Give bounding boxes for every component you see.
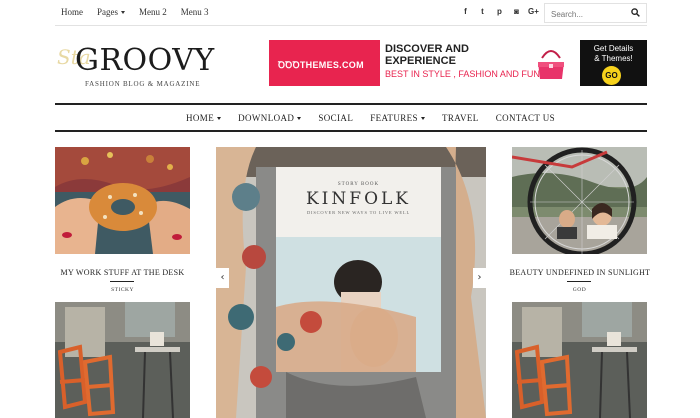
banner-cta-text: Get Details & Themes! — [580, 44, 647, 64]
main-nav: HOME DOWNLOAD SOCIAL FEATURES TRAVEL CON… — [55, 103, 647, 132]
top-bar: Home Pages Menu 2 Menu 3 f t p ◙ G+ — [55, 0, 647, 26]
banner-cta-line-1: Get Details — [593, 44, 634, 53]
banner-cta-line-2: & Themes! — [594, 54, 633, 63]
main-nav-contact[interactable]: CONTACT US — [496, 113, 555, 123]
top-nav-home-label: Home — [61, 7, 83, 17]
chevron-down-icon — [420, 117, 425, 121]
twitter-icon[interactable]: t — [474, 7, 491, 16]
banner-brand: ꝹꝹꝹTHEMES.COM — [278, 60, 364, 70]
magazine-title: KINFOLK — [305, 189, 411, 209]
instagram-icon[interactable]: ◙ — [508, 7, 525, 16]
top-nav-menu-3[interactable]: Menu 3 — [181, 7, 209, 17]
main-nav-travel[interactable]: TRAVEL — [442, 113, 479, 123]
banner-headline-1: DISCOVER AND — [385, 43, 469, 55]
top-nav-menu-2[interactable]: Menu 2 — [139, 7, 167, 17]
banner-subline: BEST IN STYLE , FASHION AND FUN — [385, 69, 540, 79]
chairs-photo — [512, 302, 647, 418]
magazine-kicker: STORY BOOK — [337, 182, 380, 187]
chevron-down-icon — [217, 117, 222, 121]
go-button[interactable]: GO — [602, 66, 621, 85]
chairs-photo — [55, 302, 190, 418]
post-title-right[interactable]: BEAUTY UNDEFINED IN SUNLIGHT — [505, 268, 655, 277]
main-nav-social[interactable]: SOCIAL — [318, 113, 353, 123]
bicycle-photo — [512, 147, 647, 254]
main-nav-items: HOME DOWNLOAD SOCIAL FEATURES TRAVEL CON… — [186, 113, 572, 123]
top-nav-home[interactable]: Home — [61, 7, 83, 17]
magazine-subtitle: DISCOVER NEW WAYS TO LIVE WELL — [306, 210, 411, 215]
chevron-down-icon — [297, 117, 302, 121]
site-logo[interactable]: Sta GROOVY FASHION BLOG & MAGAZINE — [55, 35, 215, 95]
post-meta-right[interactable]: GOD — [512, 287, 647, 293]
main-nav-contact-label: CONTACT US — [495, 113, 556, 123]
featured-slider[interactable]: STORY BOOK KINFOLK DISCOVER NEW WAYS TO … — [216, 147, 486, 418]
caption-divider — [567, 281, 591, 282]
facebook-icon[interactable]: f — [457, 7, 474, 16]
top-nav-menu-3-label: Menu 3 — [180, 7, 209, 17]
top-nav: Home Pages Menu 2 Menu 3 — [61, 7, 223, 17]
logo-tagline: FASHION BLOG & MAGAZINE — [85, 80, 201, 88]
slider-next-button[interactable]: › — [473, 268, 486, 288]
post-image-bicycle[interactable] — [512, 147, 647, 254]
search-box — [544, 3, 647, 24]
main-nav-features[interactable]: FEATURES — [370, 113, 425, 123]
main-nav-features-label: FEATURES — [370, 113, 418, 123]
logo-title: GROOVY — [75, 43, 215, 78]
main-nav-download-label: DOWNLOAD — [238, 113, 295, 123]
slider-prev-button[interactable]: ‹ — [216, 268, 229, 288]
post-image-donut[interactable] — [55, 147, 190, 254]
social-links: f t p ◙ G+ — [457, 7, 542, 16]
post-image-chairs-left[interactable] — [55, 302, 190, 418]
chevron-down-icon — [121, 11, 125, 15]
search-input[interactable] — [545, 5, 625, 24]
top-nav-pages-label: Pages — [97, 7, 118, 17]
main-nav-travel-label: TRAVEL — [441, 113, 479, 123]
search-icon[interactable] — [631, 8, 640, 17]
banner-ad[interactable]: ꝹꝹꝹTHEMES.COM DISCOVER AND EXPERIENCE BE… — [269, 40, 647, 86]
donut-photo — [55, 147, 190, 254]
banner-cta[interactable]: Get Details & Themes! GO — [580, 40, 647, 86]
banner-headline-2: EXPERIENCE — [385, 55, 456, 67]
post-image-chairs-right[interactable] — [512, 302, 647, 418]
google-plus-icon[interactable]: G+ — [525, 7, 542, 16]
banner-headline: DISCOVER AND EXPERIENCE — [385, 43, 469, 67]
main-nav-home[interactable]: HOME — [186, 113, 222, 123]
post-title-left[interactable]: MY WORK STUFF AT THE DESK — [55, 268, 190, 277]
handbag-icon — [538, 50, 564, 79]
pinterest-icon[interactable]: p — [491, 7, 508, 16]
main-nav-social-label: SOCIAL — [318, 113, 354, 123]
main-nav-download[interactable]: DOWNLOAD — [238, 113, 302, 123]
main-nav-home-label: HOME — [186, 113, 215, 123]
top-nav-menu-2-label: Menu 2 — [139, 7, 167, 17]
caption-divider — [110, 281, 134, 282]
top-nav-pages[interactable]: Pages — [97, 7, 125, 17]
banner-brand-box: ꝹꝹꝹTHEMES.COM — [269, 40, 380, 86]
slider-photo — [216, 147, 486, 418]
post-meta-left[interactable]: STICKY — [55, 287, 190, 293]
